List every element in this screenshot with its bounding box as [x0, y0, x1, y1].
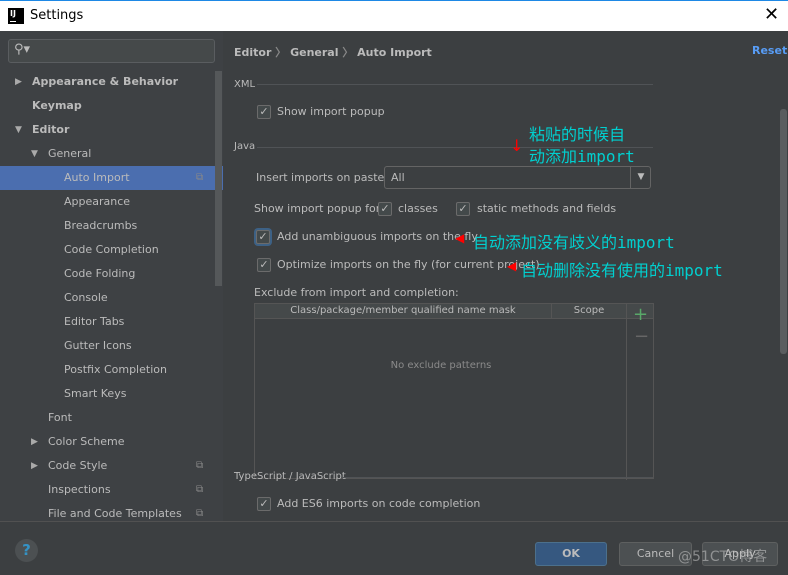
- watermark: @51CTO博客: [678, 549, 768, 565]
- sidebar-item-inspections[interactable]: Inspections ⧉: [0, 478, 215, 502]
- project-copy-icon: ⧉: [196, 484, 204, 495]
- insert-imports-value: All: [391, 171, 405, 184]
- sidebar-item-label: Appearance: [64, 195, 131, 208]
- sidebar-item-code-completion[interactable]: Code Completion: [0, 238, 215, 262]
- ok-button[interactable]: OK: [535, 542, 607, 566]
- ts-section-title: TypeScript / JavaScript: [234, 471, 346, 482]
- show-popup-for-label: Show import popup for:: [254, 202, 384, 215]
- project-copy-icon: ⧉: [196, 172, 204, 183]
- sidebar-item-code-style[interactable]: ▶ Code Style ⧉: [0, 454, 215, 478]
- es6-imports-label: Add ES6 imports on code completion: [277, 497, 481, 510]
- unambiguous-imports-label: Add unambiguous imports on the fly: [277, 230, 478, 243]
- sidebar-item-label: Postfix Completion: [64, 363, 167, 376]
- project-copy-icon: ⧉: [196, 460, 204, 471]
- breadcrumb-auto-import: Auto Import: [357, 46, 432, 59]
- sidebar-item-label: Font: [48, 411, 72, 424]
- exclude-label: Exclude from import and completion:: [254, 286, 459, 299]
- sidebar-item-keymap[interactable]: Keymap: [0, 94, 215, 118]
- table-header: Class/package/member qualified name mask…: [255, 304, 653, 480]
- sidebar-item-label: Appearance & Behavior: [32, 75, 179, 88]
- sidebar-item-label: Code Folding: [64, 267, 136, 280]
- sidebar-item-gutter-icons[interactable]: Gutter Icons: [0, 334, 215, 358]
- sidebar: ⚲▾ ▶ Appearance & Behavior Keymap ▼ Editor ▼ G…: [0, 31, 223, 521]
- column-header-scope[interactable]: Scope: [552, 305, 626, 316]
- static-methods-label: static methods and fields: [477, 202, 617, 215]
- content-scrollbar[interactable]: [780, 109, 787, 354]
- sidebar-item-console[interactable]: Console: [0, 286, 215, 310]
- sidebar-item-label: Gutter Icons: [64, 339, 132, 352]
- sidebar-item-label: Keymap: [32, 99, 82, 112]
- static-methods-checkbox[interactable]: ✓: [456, 202, 470, 216]
- add-icon[interactable]: +: [633, 304, 648, 325]
- dialog-footer: ? OK Cancel Apply @51CTO博客: [0, 521, 788, 575]
- collapsed-arrow-icon[interactable]: ▶: [15, 70, 22, 94]
- search-icon: ⚲▾: [14, 42, 31, 57]
- sidebar-item-auto-import[interactable]: Auto Import ⧉: [0, 166, 223, 190]
- reset-link[interactable]: Reset: [752, 44, 787, 57]
- insert-imports-select[interactable]: All ▼: [384, 166, 651, 189]
- annotation-unambiguous: 自动添加没有歧义的import: [473, 233, 675, 252]
- sidebar-item-label: Breadcrumbs: [64, 219, 138, 232]
- classes-label: classes: [398, 202, 438, 215]
- breadcrumb-general[interactable]: General: [290, 46, 338, 59]
- arrow-down-icon: ↓: [510, 136, 524, 155]
- sidebar-item-label: Console: [64, 291, 108, 304]
- expanded-arrow-icon[interactable]: ▼: [31, 142, 38, 166]
- collapsed-arrow-icon[interactable]: ▶: [31, 454, 38, 478]
- annotation-paste-1: 粘贴的时候自: [529, 125, 626, 144]
- sidebar-item-label: Code Style: [48, 459, 108, 472]
- optimize-imports-label: Optimize imports on the fly (for current…: [277, 258, 540, 271]
- sidebar-item-editor[interactable]: ▼ Editor: [0, 118, 215, 142]
- sidebar-item-label: General: [48, 147, 92, 160]
- es6-imports-checkbox[interactable]: ✓: [257, 497, 271, 511]
- sidebar-item-smart-keys[interactable]: Smart Keys: [0, 382, 215, 406]
- close-icon[interactable]: ✕: [764, 4, 779, 25]
- insert-imports-label: Insert imports on paste:: [256, 171, 389, 184]
- app-logo-icon: IJ: [8, 8, 24, 24]
- sidebar-item-label: Editor Tabs: [64, 315, 125, 328]
- column-header-mask[interactable]: Class/package/member qualified name mask: [255, 305, 551, 316]
- sidebar-item-editor-tabs[interactable]: Editor Tabs: [0, 310, 215, 334]
- annotation-paste-2: 动添加import: [529, 147, 635, 166]
- sidebar-item-breadcrumbs[interactable]: Breadcrumbs: [0, 214, 215, 238]
- search-input[interactable]: ⚲▾: [8, 39, 215, 63]
- annotation-optimize: 自动删除没有使用的import: [521, 261, 723, 280]
- expanded-arrow-icon[interactable]: ▼: [15, 118, 22, 142]
- xml-section-title: XML: [234, 79, 256, 90]
- remove-icon[interactable]: −: [634, 326, 649, 347]
- sidebar-item-postfix-completion[interactable]: Postfix Completion: [0, 358, 215, 382]
- empty-table-text: No exclude patterns: [390, 360, 492, 371]
- title-bar: IJ Settings ✕: [0, 0, 788, 31]
- arrow-left-icon: ◀: [455, 231, 465, 245]
- window-title: Settings: [30, 8, 84, 23]
- sidebar-item-label: Auto Import: [64, 171, 130, 184]
- sidebar-scrollbar[interactable]: [215, 71, 222, 286]
- sidebar-item-label: Editor: [32, 123, 70, 136]
- sidebar-item-appearance-behavior[interactable]: ▶ Appearance & Behavior: [0, 70, 215, 94]
- unambiguous-imports-checkbox[interactable]: ✓: [256, 230, 270, 244]
- sidebar-item-font[interactable]: Font: [0, 406, 215, 430]
- sidebar-item-color-scheme[interactable]: ▶ Color Scheme: [0, 430, 215, 454]
- classes-checkbox[interactable]: ✓: [378, 202, 392, 216]
- sidebar-item-general[interactable]: ▼ General: [0, 142, 215, 166]
- breadcrumb: Editor 〉 General 〉 Auto Import: [234, 46, 432, 59]
- help-icon[interactable]: ?: [15, 539, 38, 562]
- sidebar-item-appearance[interactable]: Appearance: [0, 190, 215, 214]
- exclude-table[interactable]: Class/package/member qualified name mask…: [254, 303, 654, 480]
- content-panel: Editor 〉 General 〉 Auto Import Reset XML…: [224, 31, 788, 521]
- sidebar-item-code-folding[interactable]: Code Folding: [0, 262, 215, 286]
- sidebar-item-label: Color Scheme: [48, 435, 125, 448]
- sidebar-item-label: Inspections: [48, 483, 111, 496]
- java-section-title: Java: [234, 141, 256, 152]
- chevron-down-icon[interactable]: ▼: [630, 167, 651, 188]
- show-import-popup-checkbox[interactable]: ✓: [257, 105, 271, 119]
- arrow-left-icon: ◀: [507, 259, 517, 273]
- breadcrumb-editor[interactable]: Editor: [234, 46, 271, 59]
- optimize-imports-checkbox[interactable]: ✓: [257, 258, 271, 272]
- collapsed-arrow-icon[interactable]: ▶: [31, 430, 38, 454]
- show-import-popup-label: Show import popup: [277, 105, 385, 118]
- sidebar-item-label: Smart Keys: [64, 387, 127, 400]
- sidebar-item-label: Code Completion: [64, 243, 159, 256]
